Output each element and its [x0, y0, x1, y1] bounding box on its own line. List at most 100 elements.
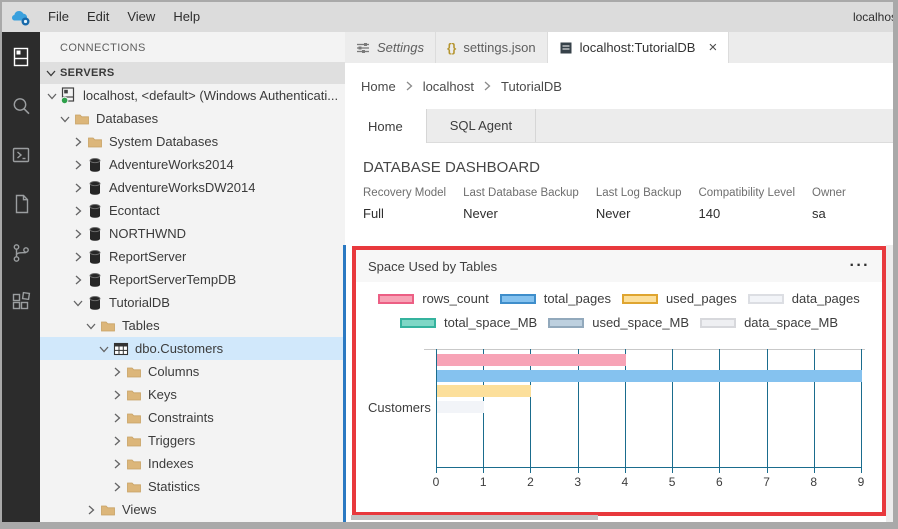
gridline	[530, 349, 531, 467]
editor-tab-settings[interactable]: Settings	[345, 32, 436, 63]
chevron-right-icon[interactable]	[70, 272, 86, 288]
folder-icon	[125, 433, 142, 449]
tree-item-constraints[interactable]: Constraints	[40, 406, 345, 429]
chevron-down-icon[interactable]	[44, 88, 60, 104]
menu-edit[interactable]: Edit	[78, 2, 118, 32]
tree-item-views[interactable]: Views	[40, 498, 345, 521]
horizontal-scrollbar-thumb[interactable]	[351, 515, 598, 520]
tree-item-statistics[interactable]: Statistics	[40, 475, 345, 498]
chevron-right-icon[interactable]	[70, 180, 86, 196]
sidebar-resize-sash[interactable]	[343, 245, 346, 522]
file-icon[interactable]	[9, 192, 33, 216]
chevron-down-icon[interactable]	[70, 295, 86, 311]
dashboard-properties: Recovery ModelFullLast Database BackupNe…	[363, 187, 893, 221]
property-label: Recovery Model	[363, 187, 446, 199]
database-icon	[86, 180, 103, 196]
activity-bar	[2, 32, 40, 522]
chevron-right-icon[interactable]	[83, 502, 99, 518]
git-branch-icon[interactable]	[9, 241, 33, 265]
servers-section-header[interactable]: SERVERS	[40, 62, 345, 84]
x-tick-label: 5	[669, 475, 676, 489]
tree-item-adventureworks2014[interactable]: AdventureWorks2014	[40, 153, 345, 176]
editor-tab-label: settings.json	[463, 40, 535, 55]
chevron-right-icon[interactable]	[109, 364, 125, 380]
chevron-right-icon	[483, 80, 492, 92]
tree-item-columns[interactable]: Columns	[40, 360, 345, 383]
legend-item-total_space_MB[interactable]: total_space_MB	[400, 315, 537, 330]
chevron-down-icon[interactable]	[57, 111, 73, 127]
search-icon[interactable]	[9, 94, 33, 118]
tree-item-databases[interactable]: Databases	[40, 107, 345, 130]
chevron-right-icon[interactable]	[70, 203, 86, 219]
gridline	[578, 349, 579, 467]
tree-item-dbo-customers[interactable]: dbo.Customers	[40, 337, 345, 360]
tree-item-label: NORTHWND	[109, 226, 186, 241]
tree-item-reportserver[interactable]: ReportServer	[40, 245, 345, 268]
legend-item-total_pages[interactable]: total_pages	[500, 291, 611, 306]
chevron-right-icon[interactable]	[70, 249, 86, 265]
extensions-icon[interactable]	[9, 290, 33, 314]
legend-item-rows_count[interactable]: rows_count	[378, 291, 488, 306]
chevron-right-icon[interactable]	[109, 410, 125, 426]
gridline	[719, 349, 720, 467]
panel-title: Space Used by Tables	[368, 259, 497, 274]
legend-label: data_pages	[792, 291, 860, 306]
database-icon	[86, 157, 103, 173]
legend-item-used_space_MB[interactable]: used_space_MB	[548, 315, 689, 330]
chevron-right-icon[interactable]	[109, 479, 125, 495]
ellipsis-menu-icon[interactable]: ···	[850, 261, 870, 271]
tree-item-triggers[interactable]: Triggers	[40, 429, 345, 452]
legend-label: used_space_MB	[592, 315, 689, 330]
legend-swatch	[548, 318, 584, 328]
menu-help[interactable]: Help	[164, 2, 209, 32]
chevron-right-icon[interactable]	[70, 226, 86, 242]
connections-icon[interactable]	[9, 45, 33, 69]
menu-file[interactable]: File	[39, 2, 78, 32]
tree-item-indexes[interactable]: Indexes	[40, 452, 345, 475]
tree-item-localhost-default-windows-authenticati[interactable]: localhost, <default> (Windows Authentica…	[40, 84, 345, 107]
plot-top-border	[424, 349, 865, 350]
chevron-right-icon[interactable]	[109, 387, 125, 403]
chevron-down-icon[interactable]	[83, 318, 99, 334]
editor-tab-localhost-tutorialdb[interactable]: localhost:TutorialDB×	[548, 32, 730, 63]
tree-item-keys[interactable]: Keys	[40, 383, 345, 406]
chevron-right-icon[interactable]	[109, 456, 125, 472]
tree-item-econtact[interactable]: Econtact	[40, 199, 345, 222]
legend-label: total_pages	[544, 291, 611, 306]
legend-item-used_pages[interactable]: used_pages	[622, 291, 737, 306]
property-compatibility-level: Compatibility Level140	[698, 187, 795, 221]
legend-label: used_pages	[666, 291, 737, 306]
property-recovery-model: Recovery ModelFull	[363, 187, 446, 221]
chevron-right-icon[interactable]	[70, 134, 86, 150]
tree-item-adventureworksdw2014[interactable]: AdventureWorksDW2014	[40, 176, 345, 199]
legend-item-data_pages[interactable]: data_pages	[748, 291, 860, 306]
tree-item-reportservertempdb[interactable]: ReportServerTempDB	[40, 268, 345, 291]
legend-item-data_space_MB[interactable]: data_space_MB	[700, 315, 838, 330]
tree-item-system-databases[interactable]: System Databases	[40, 130, 345, 153]
chevron-right-icon[interactable]	[109, 433, 125, 449]
breadcrumb-item-localhost[interactable]: localhost	[423, 79, 474, 94]
tree-item-tables[interactable]: Tables	[40, 314, 345, 337]
legend-swatch	[748, 294, 784, 304]
legend-label: total_space_MB	[444, 315, 537, 330]
dashboard-tab-sql-agent[interactable]: SQL Agent	[427, 109, 536, 142]
breadcrumb-item-home[interactable]: Home	[361, 79, 396, 94]
task-history-icon[interactable]	[9, 143, 33, 167]
app-logo-icon	[11, 7, 31, 27]
chevron-down-icon[interactable]	[96, 341, 112, 357]
tree-item-label: AdventureWorks2014	[109, 157, 234, 172]
tree-item-northwnd[interactable]: NORTHWND	[40, 222, 345, 245]
breadcrumb-item-tutorialdb[interactable]: TutorialDB	[501, 79, 562, 94]
tree-item-tutorialdb[interactable]: TutorialDB	[40, 291, 345, 314]
vertical-scrollbar-track[interactable]	[886, 245, 893, 522]
close-icon[interactable]: ×	[708, 40, 717, 55]
sidebar-title: CONNECTIONS	[40, 32, 345, 62]
chevron-right-icon[interactable]	[70, 157, 86, 173]
tree-item-label: Triggers	[148, 433, 195, 448]
menu-view[interactable]: View	[118, 2, 164, 32]
bar-data_pages	[437, 401, 484, 413]
dashboard-tab-home[interactable]: Home	[345, 109, 427, 143]
bar-used_pages	[437, 385, 531, 397]
editor-tab-settings-json[interactable]: {}settings.json	[436, 32, 548, 63]
legend-swatch	[700, 318, 736, 328]
